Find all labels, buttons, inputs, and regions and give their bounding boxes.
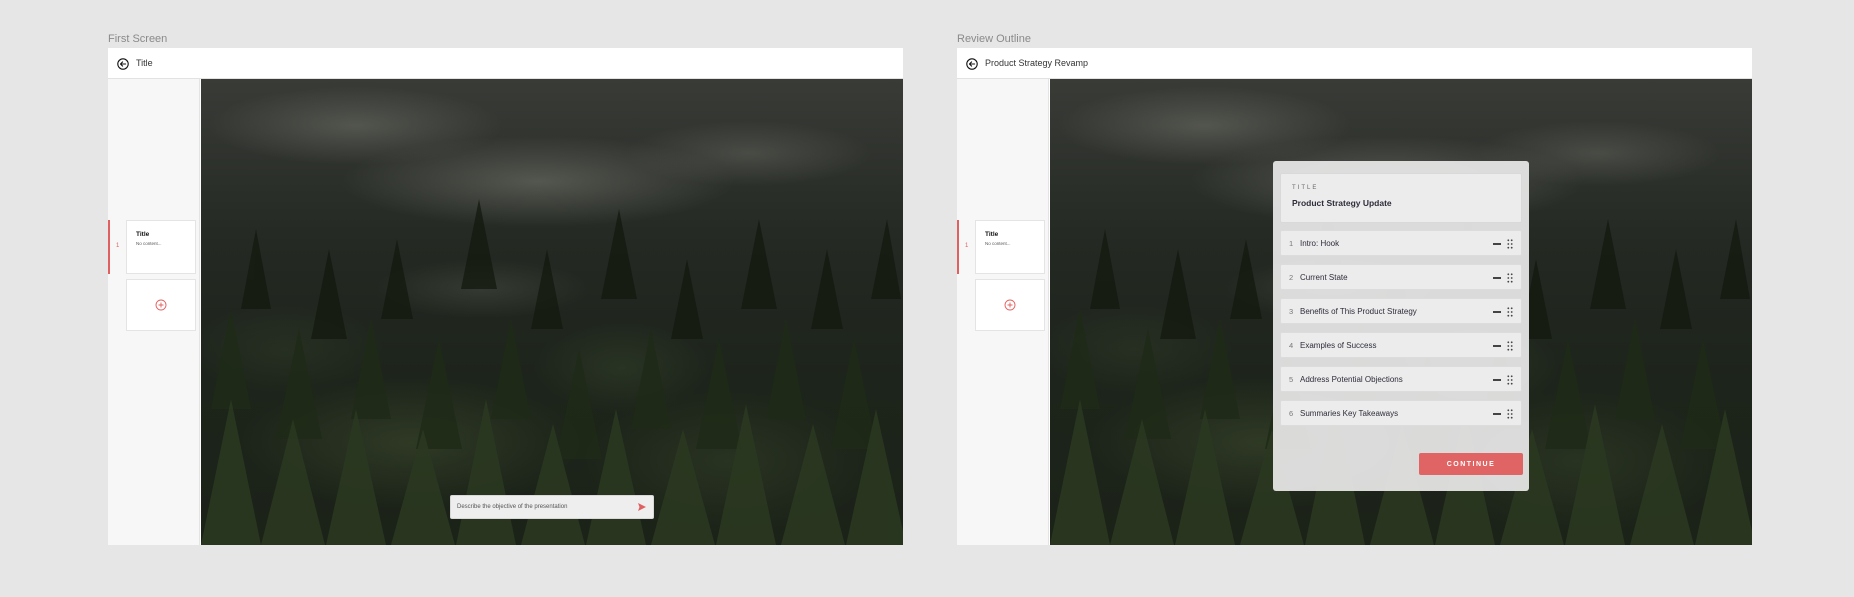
top-bar: Title bbox=[108, 48, 903, 79]
slide-thumbnail-subtitle: No content... bbox=[136, 241, 162, 246]
drag-handle-icon[interactable] bbox=[1507, 341, 1513, 351]
drag-handle-icon[interactable] bbox=[1507, 409, 1513, 419]
outline-item-label: Examples of Success bbox=[1300, 341, 1377, 350]
send-icon[interactable] bbox=[637, 502, 647, 512]
outline-title-card[interactable]: TITLE Product Strategy Update bbox=[1280, 173, 1522, 223]
remove-icon[interactable] bbox=[1493, 379, 1501, 381]
outline-item[interactable]: 2 Current State bbox=[1280, 264, 1522, 290]
outline-item[interactable]: 6 Summaries Key Takeaways bbox=[1280, 400, 1522, 426]
outline-item-number: 3 bbox=[1289, 307, 1294, 316]
add-slide-button[interactable] bbox=[975, 279, 1045, 331]
title-label: TITLE bbox=[1292, 185, 1319, 191]
outline-item-number: 5 bbox=[1289, 375, 1294, 384]
remove-icon[interactable] bbox=[1493, 345, 1501, 347]
drag-handle-icon[interactable] bbox=[1507, 273, 1513, 283]
outline-item-number: 6 bbox=[1289, 409, 1294, 418]
outline-item-number: 2 bbox=[1289, 273, 1294, 282]
slide-thumbnail-title: Title bbox=[136, 231, 150, 238]
active-slide-indicator bbox=[108, 220, 110, 274]
outline-item-label: Benefits of This Product Strategy bbox=[1300, 307, 1417, 316]
presentation-title: Product Strategy Update bbox=[1292, 198, 1392, 208]
add-slide-button[interactable] bbox=[126, 279, 196, 331]
arrow-left-circle-icon[interactable] bbox=[966, 57, 978, 70]
first-screen-frame: Title 1 Title No content... Describe the… bbox=[108, 48, 903, 545]
outline-item-label: Intro: Hook bbox=[1300, 239, 1340, 248]
page-title: Title bbox=[136, 58, 153, 68]
slide-number: 1 bbox=[965, 243, 969, 249]
outline-item[interactable]: 3 Benefits of This Product Strategy bbox=[1280, 298, 1522, 324]
objective-prompt-input[interactable]: Describe the objective of the presentati… bbox=[450, 495, 654, 519]
remove-icon[interactable] bbox=[1493, 277, 1501, 279]
outline-item[interactable]: 5 Address Potential Objections bbox=[1280, 366, 1522, 392]
outline-item-number: 1 bbox=[1289, 239, 1294, 248]
page-title: Product Strategy Revamp bbox=[985, 58, 1089, 68]
plus-circle-icon bbox=[155, 299, 167, 311]
slides-sidebar: 1 Title No content... bbox=[108, 79, 200, 545]
drag-handle-icon[interactable] bbox=[1507, 375, 1513, 385]
top-bar: Product Strategy Revamp bbox=[957, 48, 1752, 79]
remove-icon[interactable] bbox=[1493, 311, 1501, 313]
forest-background-image bbox=[201, 199, 903, 545]
slide-thumbnail-subtitle: No content... bbox=[985, 241, 1011, 246]
drag-handle-icon[interactable] bbox=[1507, 307, 1513, 317]
outline-item-label: Address Potential Objections bbox=[1300, 375, 1403, 384]
drag-handle-icon[interactable] bbox=[1507, 239, 1513, 249]
slides-sidebar: 1 Title No content... bbox=[957, 79, 1049, 545]
slide-thumbnail[interactable]: Title No content... bbox=[975, 220, 1045, 274]
outline-item[interactable]: 4 Examples of Success bbox=[1280, 332, 1522, 358]
frame-label-review-outline: Review Outline bbox=[957, 33, 1031, 45]
prompt-placeholder: Describe the objective of the presentati… bbox=[457, 504, 568, 510]
slide-canvas-forest-background: TITLE Product Strategy Update 1 Intro: H… bbox=[1050, 79, 1752, 545]
remove-icon[interactable] bbox=[1493, 243, 1501, 245]
slide-canvas-forest-background: Describe the objective of the presentati… bbox=[201, 79, 903, 545]
continue-button[interactable]: CONTINUE bbox=[1419, 453, 1523, 475]
outline-item-number: 4 bbox=[1289, 341, 1294, 350]
outline-panel: TITLE Product Strategy Update 1 Intro: H… bbox=[1273, 161, 1529, 491]
outline-item[interactable]: 1 Intro: Hook bbox=[1280, 230, 1522, 256]
review-outline-frame: Product Strategy Revamp 1 Title No conte… bbox=[957, 48, 1752, 545]
active-slide-indicator bbox=[957, 220, 959, 274]
arrow-left-circle-icon[interactable] bbox=[117, 57, 129, 70]
outline-item-label: Summaries Key Takeaways bbox=[1300, 409, 1399, 418]
slide-thumbnail-title: Title bbox=[985, 231, 999, 238]
slide-thumbnail[interactable]: Title No content... bbox=[126, 220, 196, 274]
plus-circle-icon bbox=[1004, 299, 1016, 311]
remove-icon[interactable] bbox=[1493, 413, 1501, 415]
outline-item-label: Current State bbox=[1300, 273, 1348, 282]
frame-label-first-screen: First Screen bbox=[108, 33, 168, 45]
slide-number: 1 bbox=[116, 243, 120, 249]
